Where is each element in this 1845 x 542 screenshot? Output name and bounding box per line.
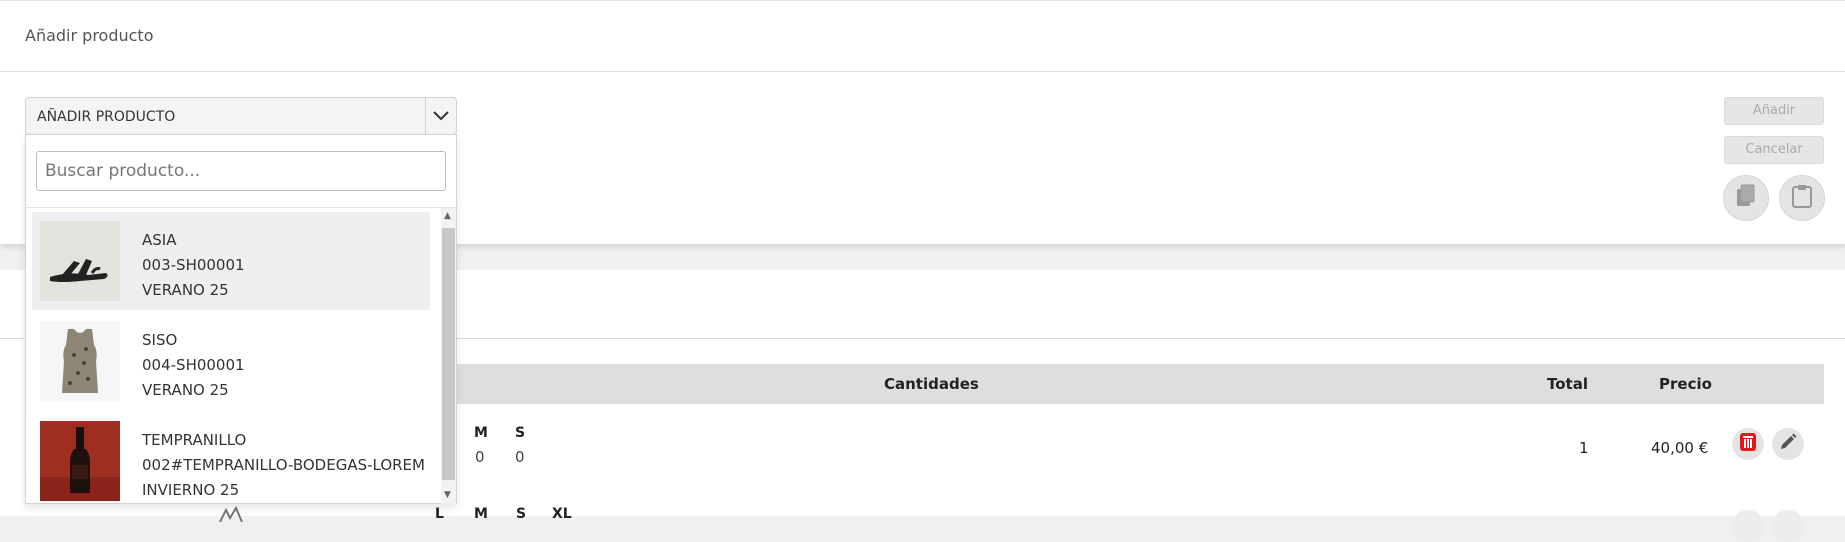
row-price: 40,00 € xyxy=(1651,439,1709,457)
delete-button[interactable] xyxy=(1732,510,1764,542)
size-label: XL xyxy=(552,506,572,522)
tank-top-image xyxy=(40,321,120,401)
product-code: 003-SH00001 xyxy=(142,256,245,274)
scrollbar[interactable]: ▲ ▼ xyxy=(441,208,456,504)
header-precio: Precio xyxy=(1659,375,1712,393)
product-season: INVIERNO 25 xyxy=(142,481,240,499)
list-item[interactable]: SISO 004-SH00001 VERANO 25 xyxy=(32,312,430,410)
size-label: M xyxy=(474,506,488,522)
cancel-button[interactable]: Cancelar xyxy=(1724,136,1824,164)
product-select[interactable]: AÑADIR PRODUCTO xyxy=(25,97,457,135)
size-label: L xyxy=(435,506,444,522)
size-qty: 0 xyxy=(475,448,485,466)
trash-icon xyxy=(1738,431,1758,457)
copy-icon xyxy=(1735,184,1757,212)
header-cantidades: Cantidades xyxy=(884,375,979,393)
product-list: ASIA 003-SH00001 VERANO 25 SISO 004-SH00… xyxy=(26,207,458,504)
chevron-down-icon[interactable] xyxy=(425,98,456,134)
header-total: Total xyxy=(1547,375,1588,393)
product-season: VERANO 25 xyxy=(142,281,229,299)
product-name: TEMPRANILLO xyxy=(142,431,247,449)
wine-bottle-image xyxy=(40,421,120,501)
scrollbar-thumb[interactable] xyxy=(442,228,455,480)
delete-button[interactable] xyxy=(1732,428,1764,460)
pencil-icon xyxy=(1778,432,1798,456)
product-code: 004-SH00001 xyxy=(142,356,245,374)
size-label: M xyxy=(474,425,488,441)
product-dropdown: ASIA 003-SH00001 VERANO 25 xyxy=(25,134,458,504)
panel-title: Añadir producto xyxy=(25,26,154,45)
scroll-up-icon[interactable]: ▲ xyxy=(444,211,451,221)
clipboard-icon xyxy=(1791,184,1813,212)
size-qty: 0 xyxy=(515,448,525,466)
product-season: VERANO 25 xyxy=(142,381,229,399)
scroll-down-icon[interactable]: ▼ xyxy=(444,490,451,500)
size-label: S xyxy=(516,506,527,522)
divider xyxy=(0,71,1845,72)
add-button[interactable]: Añadir xyxy=(1724,97,1824,125)
product-name: ASIA xyxy=(142,231,177,249)
size-label: S xyxy=(515,425,526,441)
copy-button[interactable] xyxy=(1723,175,1769,221)
product-code: 002#TEMPRANILLO-BODEGAS-LOREM xyxy=(142,456,425,474)
list-item[interactable]: TEMPRANILLO 002#TEMPRANILLO-BODEGAS-LORE… xyxy=(32,412,430,510)
paste-button[interactable] xyxy=(1779,175,1825,221)
product-select-label: AÑADIR PRODUCTO xyxy=(37,109,176,125)
row-total: 1 xyxy=(1579,439,1589,457)
list-item[interactable]: ASIA 003-SH00001 VERANO 25 xyxy=(32,212,430,310)
product-name: SISO xyxy=(142,331,178,349)
edit-button[interactable] xyxy=(1772,428,1804,460)
edit-button[interactable] xyxy=(1772,510,1804,542)
search-input[interactable] xyxy=(36,151,446,191)
sandal-image xyxy=(40,221,120,301)
